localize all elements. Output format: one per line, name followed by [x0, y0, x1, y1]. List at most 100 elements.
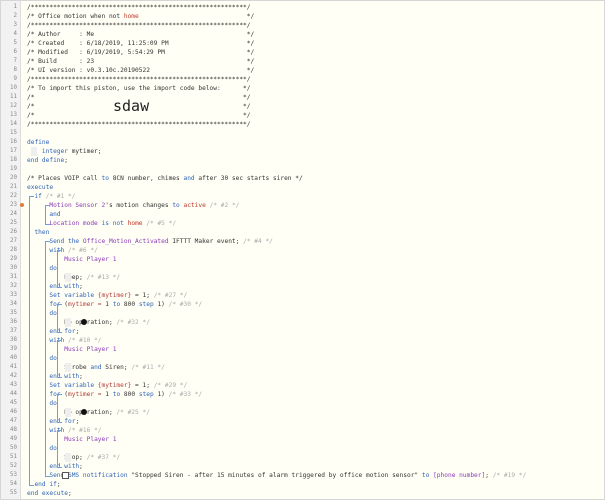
- code-line: 5 /* Created : 6/18/2019, 11:25:09 PM */: [1, 39, 601, 48]
- line-number: 8: [13, 67, 18, 73]
- line-number: 15: [10, 130, 17, 136]
- code-line: 18 end define;: [1, 156, 601, 165]
- line-number: 54: [10, 481, 17, 487]
- line-text: Send the Office_Motion_Activated IFTTT M…: [49, 238, 273, 245]
- code-line: 13/* */: [1, 111, 601, 120]
- line-number: 29: [10, 256, 17, 262]
- line-text: /***************************************…: [27, 121, 251, 128]
- line-number: 13: [10, 112, 17, 118]
- line-number: 14: [10, 121, 17, 127]
- code-line: 48 with /* #16 */: [1, 426, 601, 435]
- inner-guide: [65, 453, 71, 462]
- line-text: /***************************************…: [27, 76, 251, 83]
- line-number: 12: [10, 103, 17, 109]
- line-text: Beep; /* #13 */: [27, 274, 121, 281]
- code-line: 29 Music Player 1: [1, 255, 601, 264]
- code-line: 9 /**************************************…: [1, 75, 601, 84]
- line-number: 51: [10, 454, 17, 460]
- line-number: 45: [10, 400, 17, 406]
- inner-guide: [65, 273, 71, 282]
- code-line: 10 /* To import this piston, use the impo…: [1, 84, 601, 93]
- line-text: with /* #6 */: [49, 247, 98, 254]
- line-number: 28: [10, 247, 17, 253]
- code-line: 1 /**************************************…: [1, 3, 601, 12]
- sms-checkbox-icon: [62, 472, 69, 479]
- line-number: 50: [10, 445, 17, 451]
- line-number: 39: [10, 346, 17, 352]
- code-line: 52 end with;: [1, 462, 601, 471]
- line-number: 53: [10, 472, 17, 478]
- line-number: 52: [10, 463, 17, 469]
- line-text: /* Created : 6/18/2019, 11:25:09 PM */: [27, 40, 255, 47]
- line-text: /* Author : Me */: [27, 31, 255, 38]
- line-number: 48: [10, 427, 17, 433]
- code-line: 27 Send the Office_Motion_Activated IFTT…: [1, 237, 601, 246]
- code-line: 4 /* Author : Me */: [1, 30, 601, 39]
- code-line: 34 for (mytimer = 1 to 800 step 1) /* #3…: [1, 300, 601, 309]
- code-line: 32 end with;: [1, 282, 601, 291]
- line-text: end execute;: [27, 490, 72, 497]
- line-text: Stop; /* #37 */: [27, 454, 121, 461]
- line-text: /***************************************…: [27, 22, 251, 29]
- condition-bracket: [45, 205, 50, 225]
- for-bracket: [57, 304, 62, 333]
- line-text: Motion Sensor 2's motion changes to acti…: [49, 202, 240, 209]
- line-number: 41: [10, 364, 17, 370]
- line-number: 34: [10, 301, 17, 307]
- line-number: 46: [10, 409, 17, 415]
- line-number: 9: [13, 76, 18, 82]
- code-line: 2 /* Office motion when not home */: [1, 12, 601, 21]
- for-bracket: [57, 394, 62, 423]
- line-number: 1: [13, 4, 18, 10]
- line-text: end with;: [49, 373, 83, 380]
- execute-bracket: [29, 196, 34, 486]
- line-number: 42: [10, 373, 17, 379]
- code-line: 7 /* Build : 23 */: [1, 57, 601, 66]
- code-line: 25 Location mode is not home /* #5 */: [1, 219, 601, 228]
- code-line: 3 /**************************************…: [1, 21, 601, 30]
- line-number: 32: [10, 283, 17, 289]
- import-code-title: sdaw: [113, 97, 150, 115]
- line-number: 26: [10, 229, 17, 235]
- line-number: 38: [10, 337, 17, 343]
- code-line: 8 /* UI version : v0.3.10c.20190522 */: [1, 66, 601, 75]
- line-number: 33: [10, 292, 17, 298]
- line-text: define: [27, 139, 50, 146]
- line-text: /* Modified : 6/19/2019, 5:54:29 PM */: [27, 49, 255, 56]
- warning-icon: [20, 203, 24, 207]
- code-line: 39 Music Player 1: [1, 345, 601, 354]
- with-bracket: [57, 430, 62, 468]
- line-text: with /* #16 */: [49, 427, 102, 434]
- define-guide: [31, 147, 37, 156]
- line-number: 3: [13, 22, 18, 28]
- line-number: 18: [10, 157, 17, 163]
- line-text: Music Player 1: [64, 256, 117, 263]
- line-text: end with;: [49, 463, 83, 470]
- with-bracket: [57, 340, 62, 378]
- line-text: Music Player 1: [64, 346, 117, 353]
- code-line: 45 do: [1, 399, 601, 408]
- line-number: 23: [10, 202, 17, 208]
- code-line: 26 then: [1, 228, 601, 237]
- line-text: with /* #10 */: [49, 337, 102, 344]
- line-number: 2: [13, 13, 18, 19]
- line-number: 20: [10, 175, 17, 181]
- line-number: 7: [13, 58, 18, 64]
- code-line: 22 if /* #1 */: [1, 192, 601, 201]
- line-number: 22: [10, 193, 17, 199]
- line-number: 16: [10, 139, 17, 145]
- line-text: /* Places VOIP call to 8CN number, chime…: [27, 175, 303, 182]
- line-number: 35: [10, 310, 17, 316]
- code-line: 12/* */: [1, 102, 601, 111]
- line-text: for (mytimer = 1 to 800 step 1) /* #33 *…: [49, 391, 203, 398]
- code-line: 16 define: [1, 138, 601, 147]
- no-operation-icon: [81, 409, 87, 415]
- code-line: 54 end if;: [1, 480, 601, 489]
- inner-guide: [65, 408, 71, 417]
- line-text: Set variable {mytimer} = 1; /* #27 */: [49, 292, 188, 299]
- code-line: 55 end execute;: [1, 489, 601, 498]
- line-number: 36: [10, 319, 17, 325]
- line-number: 55: [10, 490, 17, 496]
- line-text: /* UI version : v0.3.10c.20190522 */: [27, 67, 255, 74]
- code-line: 20 /* Places VOIP call to 8CN number, chi…: [1, 174, 601, 183]
